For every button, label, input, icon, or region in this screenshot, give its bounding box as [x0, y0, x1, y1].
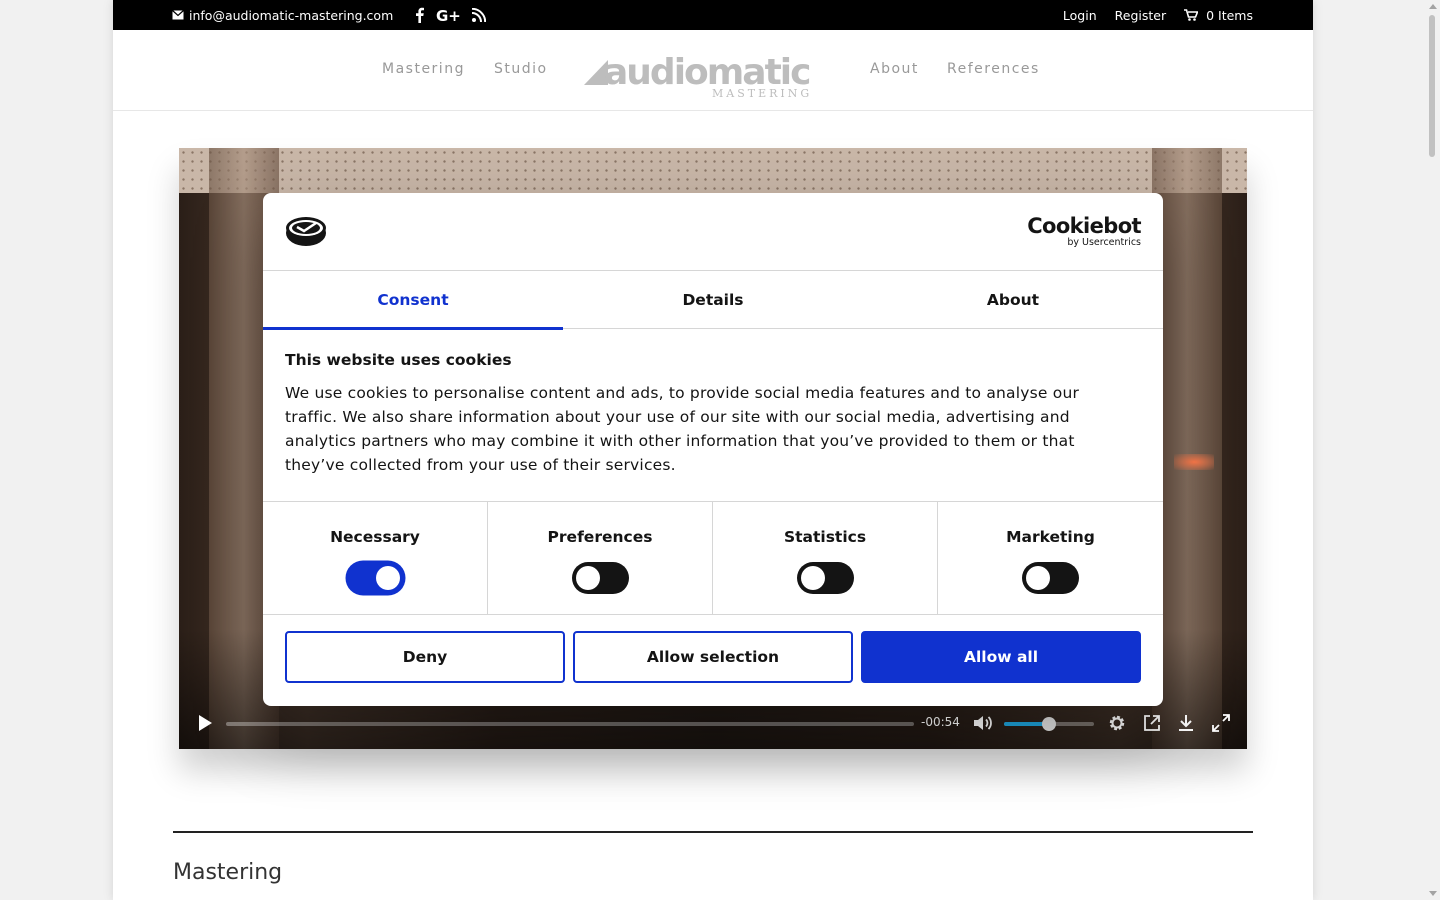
allow-all-button[interactable]: Allow all	[861, 631, 1141, 683]
cart-icon	[1184, 9, 1199, 21]
nav-references[interactable]: References	[947, 61, 1040, 77]
video-ceiling	[179, 148, 1247, 193]
volume-knob[interactable]	[1042, 717, 1056, 731]
svg-text:G+: G+	[436, 7, 460, 23]
popout-icon	[1144, 715, 1160, 731]
nav-studio[interactable]: Studio	[494, 61, 548, 77]
cart-count: 0 Items	[1206, 7, 1253, 23]
volume-slider[interactable]	[1004, 717, 1094, 731]
cookie-text: We use cookies to personalise content an…	[285, 384, 1080, 474]
scroll-up-icon[interactable]	[1429, 4, 1437, 9]
download-button[interactable]	[1174, 711, 1198, 735]
google-plus-icon[interactable]: G+	[436, 7, 460, 23]
video-light	[1174, 454, 1214, 470]
volume-icon	[974, 716, 992, 730]
cart-link[interactable]: 0 Items	[1184, 8, 1253, 23]
deny-button[interactable]: Deny	[285, 631, 565, 683]
site-badge-icon	[285, 215, 327, 251]
time-remaining: -00:54	[921, 715, 960, 729]
top-bar: info@audiomatic-mastering.com G+ Login R…	[113, 0, 1313, 30]
play-icon	[199, 715, 212, 731]
tab-about[interactable]: About	[863, 271, 1163, 329]
scroll-down-icon[interactable]	[1429, 891, 1437, 896]
login-link[interactable]: Login	[1063, 8, 1097, 23]
register-link[interactable]: Register	[1115, 8, 1166, 23]
cookie-heading: This website uses cookies	[285, 351, 512, 369]
category-label: Preferences	[547, 528, 653, 546]
toggle-knob	[375, 566, 400, 590]
category-label: Statistics	[783, 528, 867, 546]
toggle-knob	[575, 566, 600, 590]
toggle-knob	[1026, 566, 1050, 590]
email-text: info@audiomatic-mastering.com	[189, 7, 394, 23]
category-statistics: Statistics	[713, 502, 938, 615]
scrollbar-thumb[interactable]	[1429, 15, 1435, 157]
pip-button[interactable]	[1140, 711, 1164, 735]
category-preferences: Preferences	[488, 502, 713, 615]
marketing-toggle[interactable]	[1022, 562, 1079, 594]
site-logo[interactable]: audiomatic MASTERING	[582, 50, 836, 100]
category-marketing: Marketing	[938, 502, 1163, 615]
cookiebot-sub: by Usercentrics	[1067, 237, 1141, 248]
facebook-icon[interactable]	[415, 7, 425, 23]
logo-subtext: MASTERING	[712, 87, 812, 100]
email-link[interactable]: info@audiomatic-mastering.com	[172, 8, 393, 23]
seek-bar[interactable]	[226, 722, 914, 726]
toggle-knob	[800, 566, 825, 590]
statistics-toggle[interactable]	[796, 562, 854, 594]
necessary-toggle[interactable]	[346, 562, 404, 594]
rss-icon[interactable]	[472, 8, 487, 22]
fullscreen-icon	[1212, 714, 1230, 732]
gear-icon	[1109, 715, 1125, 731]
category-label: Necessary	[330, 528, 420, 546]
mute-button[interactable]	[971, 711, 995, 735]
cookie-buttons: Deny Allow selection Allow all	[285, 631, 1141, 683]
tab-details[interactable]: Details	[563, 271, 863, 329]
category-label: Marketing	[1006, 528, 1095, 546]
nav-mastering[interactable]: Mastering	[382, 61, 465, 77]
play-button[interactable]	[193, 711, 217, 735]
main-nav: Mastering Studio audiomatic MASTERING Ab…	[113, 30, 1313, 111]
preferences-toggle[interactable]	[571, 562, 629, 594]
section-divider	[173, 831, 1253, 833]
cookie-categories: Necessary Preferences Statistics Marketi…	[263, 501, 1163, 615]
download-icon	[1179, 715, 1193, 731]
cookie-tabs: Consent Details About	[263, 271, 1163, 330]
envelope-icon	[172, 10, 184, 20]
cookie-body: This website uses cookies We use cookies…	[285, 351, 1125, 477]
settings-button[interactable]	[1105, 711, 1129, 735]
allow-selection-button[interactable]: Allow selection	[573, 631, 853, 683]
section-title: Mastering	[173, 860, 283, 885]
cookie-dialog-header: Cookiebot by Usercentrics	[263, 193, 1163, 271]
cookiebot-name: Cookiebot	[1027, 214, 1141, 238]
page-scrollbar[interactable]	[1425, 0, 1440, 900]
cookiebot-logo[interactable]: Cookiebot by Usercentrics	[1027, 215, 1141, 248]
nav-about[interactable]: About	[870, 61, 919, 77]
cookie-dialog: Cookiebot by Usercentrics Consent Detail…	[263, 193, 1163, 706]
tab-consent[interactable]: Consent	[263, 271, 563, 330]
category-necessary: Necessary	[263, 502, 488, 615]
fullscreen-button[interactable]	[1209, 711, 1233, 735]
